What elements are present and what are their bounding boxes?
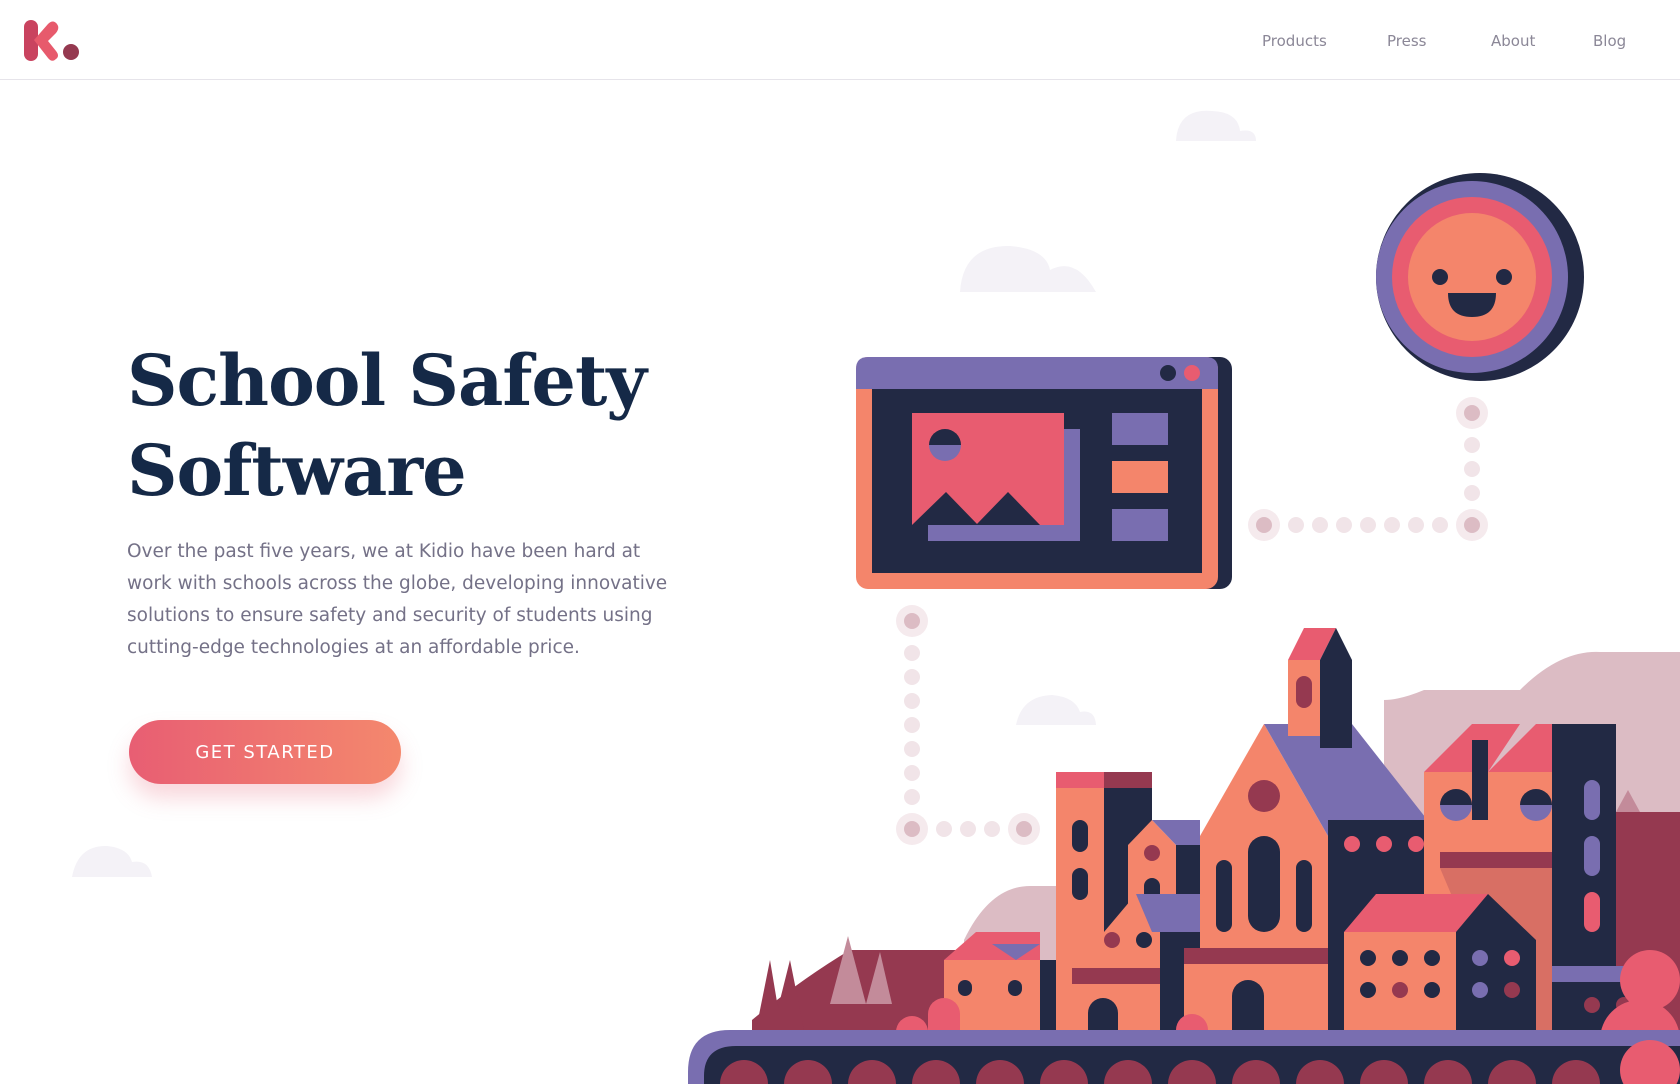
browser-window-icon [856,357,1232,589]
hero-title-line2: Software [127,429,467,512]
town-buildings-icon [688,628,1680,1084]
smiley-face-icon [1376,173,1584,381]
nav-item-press[interactable]: Press [1387,32,1447,50]
hero-title: School Safety Software [127,336,687,516]
kidio-logo-icon[interactable] [22,20,82,62]
hero-description: Over the past five years, we at Kidio ha… [127,541,668,658]
connector-dots [896,397,1488,845]
get-started-button[interactable]: GET STARTED [129,720,401,784]
nav-item-products[interactable]: Products [1262,32,1342,50]
top-bar: Products Press About Blog [0,0,1680,80]
hero-title-line1: School Safety [127,339,647,422]
nav-item-about[interactable]: About [1491,32,1551,50]
nav-item-blog[interactable]: Blog [1593,32,1643,50]
